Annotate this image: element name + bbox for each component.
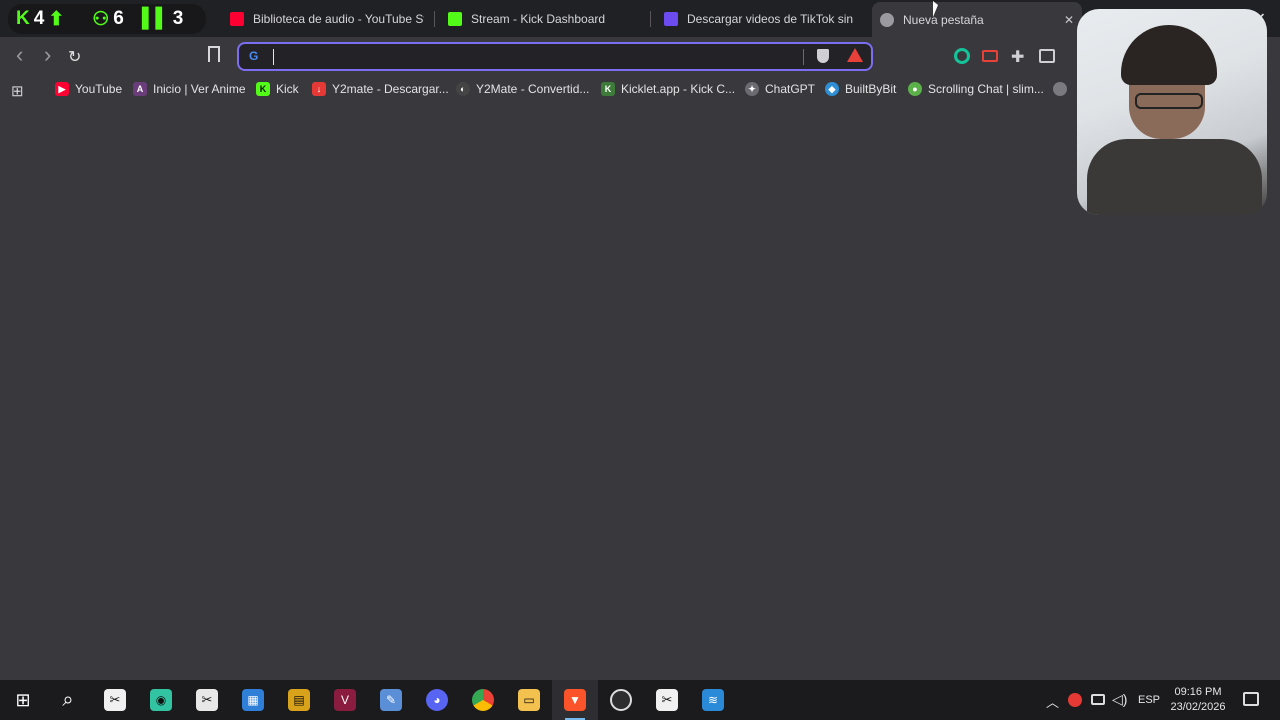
audacity-icon[interactable]: ≋	[702, 689, 724, 711]
capcut-pro-icon[interactable]: ✂	[656, 689, 678, 711]
bookmark-label: Kick	[276, 82, 299, 96]
clock-date: 23/02/2026	[1170, 701, 1226, 713]
people-icon: ⚇	[92, 8, 110, 30]
anime-icon: A	[133, 82, 147, 96]
arrow-up-icon: ⬆	[48, 8, 65, 30]
tab-tiktok-downloader[interactable]: Descargar videos de TikTok sin ma	[664, 4, 856, 33]
tab-separator	[650, 11, 651, 27]
bookmark-label: BuiltByBit	[845, 82, 897, 96]
clock[interactable]: 09:16 PM 23/02/2026	[1168, 685, 1228, 715]
webcam-body	[1087, 139, 1262, 215]
brave-shield-icon	[880, 12, 894, 27]
brave-shields-icon[interactable]	[817, 49, 829, 63]
taskbar: ⊞ ⌕ ✂ ◉ ✂ ▦ ▤ V ✎ ◕ ▭ ▼ ✂ ≋ ︿ ◁) ESP 09:…	[0, 680, 1280, 720]
explorer-icon[interactable]: ▭	[518, 689, 540, 711]
reload-button[interactable]: ↻	[68, 47, 81, 67]
mouse-cursor-icon	[933, 1, 938, 17]
bookmark-kick[interactable]: K Kick	[256, 82, 299, 96]
bookmark-label: Scrolling Chat | slim...	[928, 82, 1044, 96]
kick-icon	[448, 11, 462, 26]
webcam-glasses	[1135, 93, 1203, 109]
youtube-icon: ▶	[55, 82, 69, 96]
network-icon[interactable]	[1091, 694, 1105, 705]
bookmark-builtbybit[interactable]: ◆ BuiltByBit	[825, 82, 896, 96]
search-icon[interactable]: ⌕	[57, 689, 79, 711]
google-icon: G	[249, 49, 259, 63]
y2mate-icon: ◐	[456, 82, 470, 96]
language-indicator[interactable]: ESP	[1138, 694, 1160, 706]
bookmark-kicklet[interactable]: K Kicklet.app - Kick C...	[601, 82, 735, 96]
volume-icon[interactable]: ◁)	[1112, 691, 1127, 708]
bookmark-label: YouTube	[75, 82, 123, 96]
bookmark-label: Y2Mate - Convertid...	[476, 82, 590, 96]
bars-icon: ▌▌	[141, 8, 169, 29]
kick-icon: K	[256, 82, 270, 96]
tab-title: Biblioteca de audio - YouTube Stu	[253, 11, 424, 26]
builtbybit-icon: ◆	[825, 82, 839, 96]
screenshot-icon[interactable]	[1039, 49, 1055, 63]
capcut-icon[interactable]: ✂	[104, 689, 126, 711]
bookmark-youtube[interactable]: ▶ YouTube	[55, 82, 122, 96]
address-bar[interactable]: G	[237, 42, 873, 71]
streamlabs-icon[interactable]: ◉	[150, 689, 172, 711]
close-tab-icon[interactable]: ✕	[1064, 13, 1074, 27]
download-icon	[664, 11, 678, 26]
kick-followers-count: 4	[33, 8, 45, 29]
omnibox-divider	[803, 49, 804, 65]
bookmark-label: ChatGPT	[765, 82, 816, 96]
kick-logo-icon: K	[16, 8, 30, 29]
tab-youtube-studio[interactable]: Biblioteca de audio - YouTube Stu	[230, 4, 424, 33]
tab-title: Descargar videos de TikTok sin ma	[687, 11, 856, 26]
forward-button[interactable]: ›	[44, 42, 51, 68]
bookmark-label: Inicio | Ver Anime	[153, 82, 246, 96]
windows-start-icon[interactable]: ⊞	[12, 689, 34, 711]
globe-icon[interactable]	[1053, 82, 1067, 96]
youtube-icon	[230, 11, 244, 26]
bookmark-ver-anime[interactable]: A Inicio | Ver Anime	[133, 82, 246, 96]
chrome-icon[interactable]	[472, 689, 494, 711]
bookmark-y2mate-convertidor[interactable]: ◐ Y2Mate - Convertid...	[456, 82, 589, 96]
tab-title: Stream - Kick Dashboard	[471, 11, 606, 26]
text-caret	[273, 49, 274, 65]
bookmark-label: Kicklet.app - Kick C...	[621, 82, 736, 96]
kicklet-icon: K	[601, 82, 615, 96]
capcut-alt-icon[interactable]: ✂	[196, 689, 218, 711]
file-icon[interactable]: ▤	[288, 689, 310, 711]
paint-icon[interactable]: ✎	[380, 689, 402, 711]
scrolling-chat-icon: ●	[908, 82, 922, 96]
kick-subs-count: 6	[113, 8, 124, 29]
bookmark-label: Y2mate - Descargar...	[332, 82, 449, 96]
chatgpt-icon: ✦	[745, 82, 759, 96]
cast-icon[interactable]	[982, 50, 998, 62]
download-icon: ↓	[312, 82, 326, 96]
vpn-icon[interactable]	[1068, 693, 1082, 707]
brave-rewards-icon[interactable]	[847, 48, 863, 62]
grammarly-icon[interactable]	[954, 48, 970, 64]
notifications-icon[interactable]	[1243, 692, 1259, 706]
back-button[interactable]: ‹	[16, 42, 23, 68]
clock-time: 09:16 PM	[1174, 686, 1222, 698]
bookmark-scrolling-chat[interactable]: ● Scrolling Chat | slim...	[908, 82, 1044, 96]
store-icon[interactable]: ▦	[242, 689, 264, 711]
tab-separator	[434, 11, 435, 27]
kick-stats-overlay: K 4 ⬆ ⚇ 6 ▌▌ 3	[8, 4, 206, 34]
bookmark-page-button[interactable]	[208, 46, 220, 62]
tab-title: Nueva pestaña	[903, 12, 984, 27]
webcam-hair	[1121, 25, 1217, 85]
webcam-overlay	[1077, 9, 1267, 215]
bookmark-chatgpt[interactable]: ✦ ChatGPT	[745, 82, 815, 96]
extensions-puzzle-icon[interactable]: ✚	[1011, 47, 1024, 67]
brave-icon[interactable]: ▼	[564, 689, 586, 711]
obs-icon[interactable]	[610, 689, 632, 711]
tab-kick-dashboard[interactable]: Stream - Kick Dashboard	[448, 4, 644, 33]
apps-grid-icon[interactable]: ⊞	[11, 82, 24, 100]
discord-icon[interactable]: ◕	[426, 689, 448, 711]
vegas-icon[interactable]: V	[334, 689, 356, 711]
kick-viewers-count: 3	[172, 8, 184, 29]
show-hidden-icons[interactable]: ︿	[1046, 692, 1059, 711]
bookmark-y2mate-descargar[interactable]: ↓ Y2mate - Descargar...	[312, 82, 449, 96]
tab-new-tab[interactable]: Nueva pestaña ✕	[872, 2, 1082, 37]
